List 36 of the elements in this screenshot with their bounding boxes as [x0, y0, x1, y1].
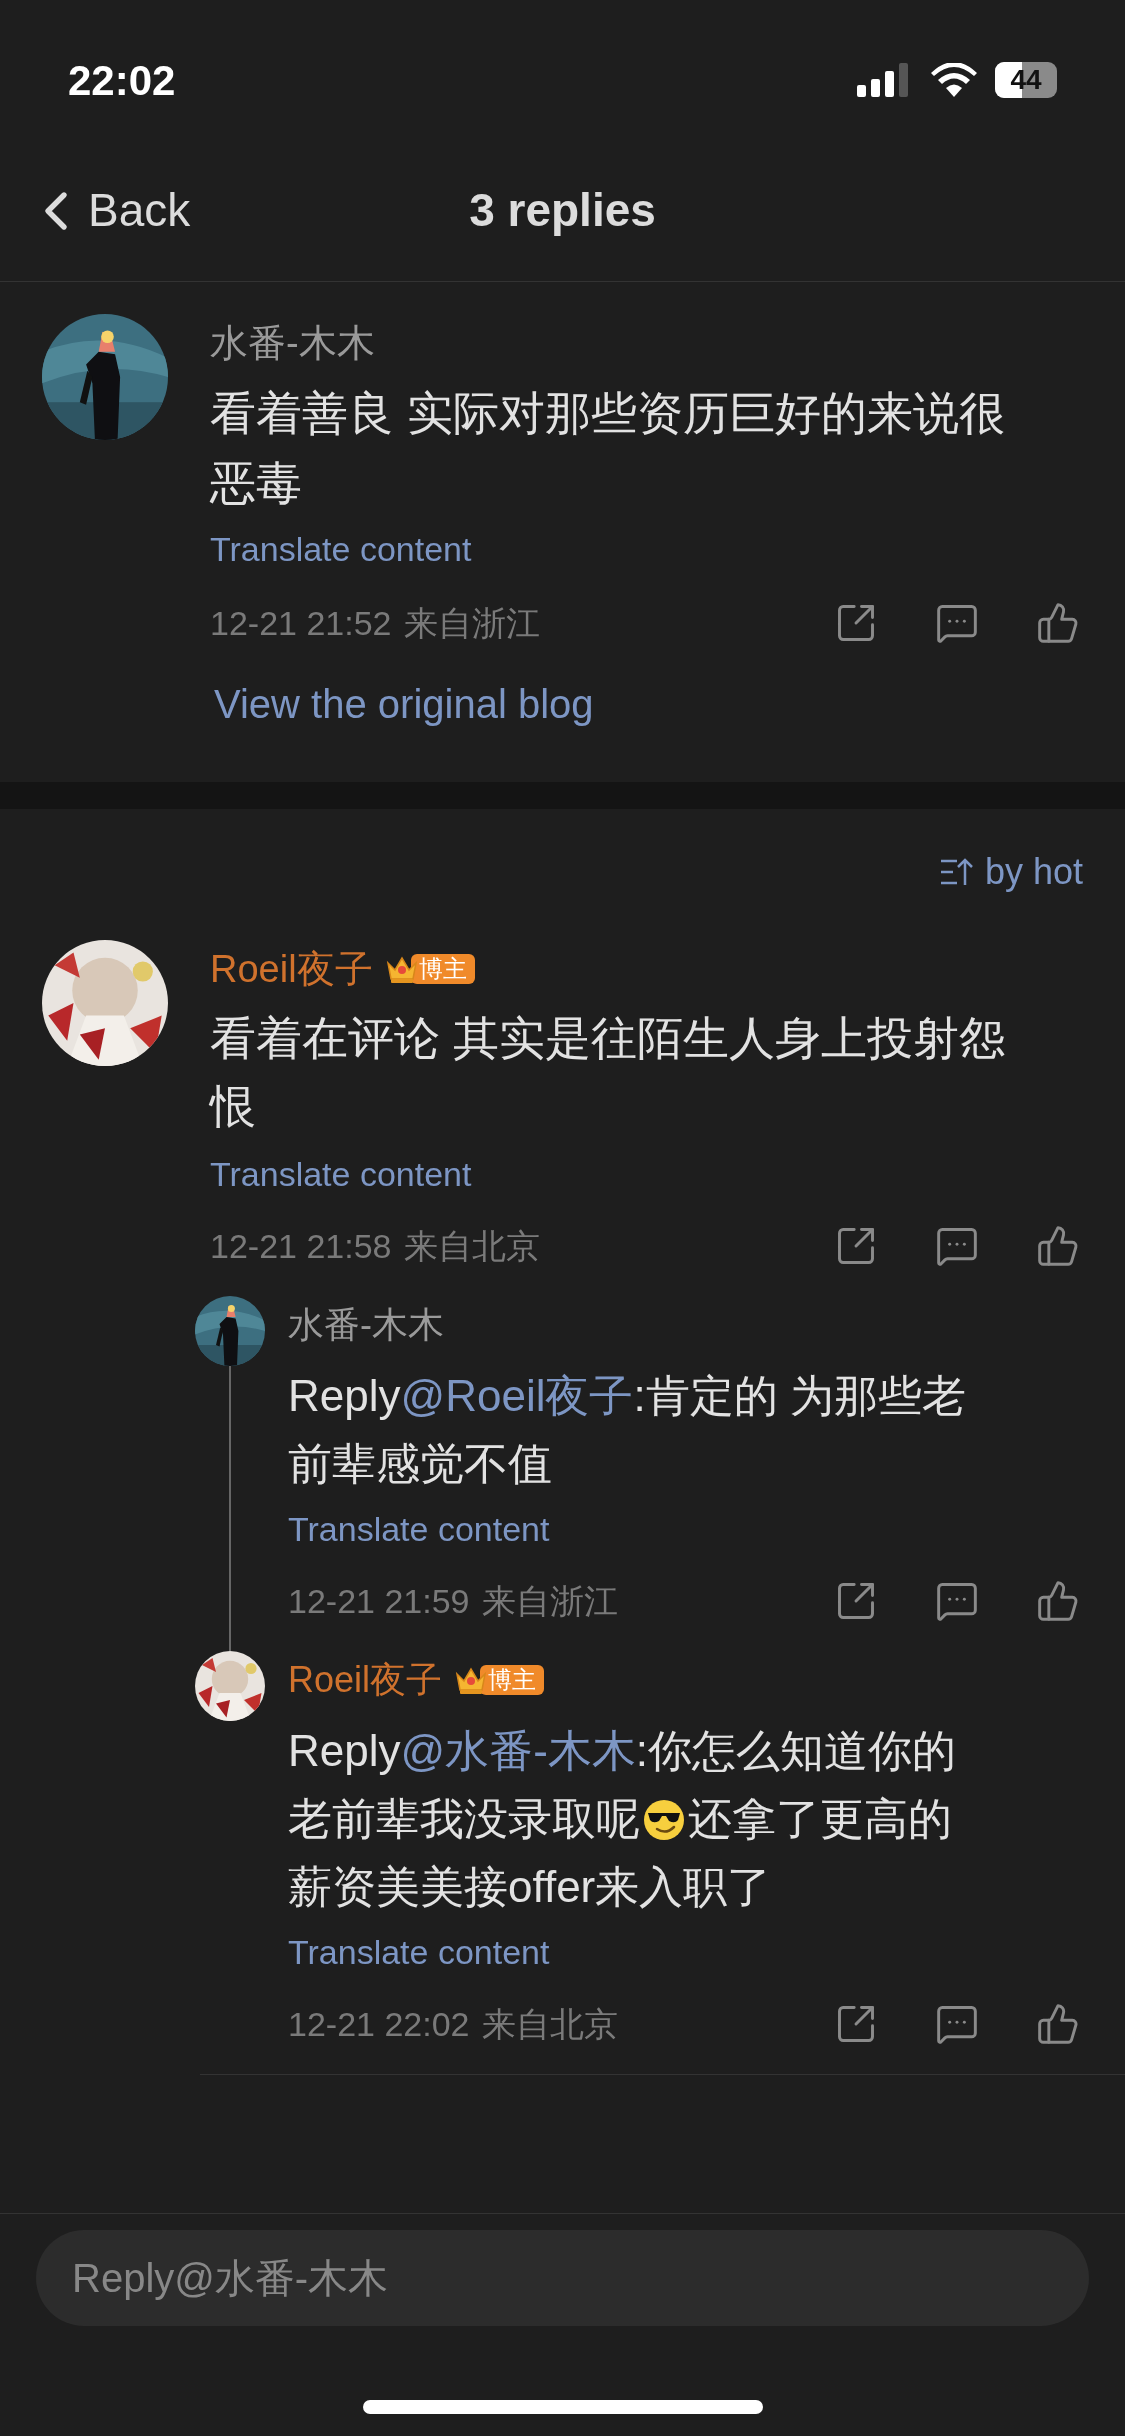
- timestamp: 12-21 22:02: [288, 2003, 470, 2045]
- sort-icon: [938, 857, 973, 887]
- like-icon[interactable]: [1036, 1579, 1080, 1623]
- status-time: 22:02: [68, 55, 176, 106]
- translate-link[interactable]: Translate content: [288, 1504, 550, 1554]
- timestamp: 12-21 21:59: [288, 1580, 470, 1622]
- author-name[interactable]: 水番-木木: [210, 314, 375, 372]
- page-title: 3 replies: [469, 183, 656, 238]
- mention-link[interactable]: @水番-木木: [400, 1726, 636, 1775]
- author-name[interactable]: Roeil夜子: [288, 1653, 443, 1707]
- translate-link[interactable]: Translate content: [210, 1149, 472, 1199]
- wifi-icon: [931, 63, 977, 97]
- cool-emoji-icon: [642, 1798, 686, 1842]
- timestamp: 12-21 21:52: [210, 602, 392, 644]
- like-icon[interactable]: [1036, 2002, 1080, 2046]
- location: 来自浙江: [403, 602, 540, 644]
- signal-icon: [857, 63, 909, 97]
- comment-text: 看着善良 实际对那些资历巨好的来说很恶毒: [210, 386, 1006, 511]
- like-icon[interactable]: [1036, 601, 1080, 645]
- comment-text: 看着在评论 其实是往陌生人身上投射怨恨: [210, 1011, 1006, 1134]
- location: 来自北京: [481, 2003, 618, 2045]
- back-button[interactable]: Back: [30, 176, 191, 245]
- comment-text: Reply@水番-木木:你怎么知道你的老前辈我没录取呢 还拿了更高的薪资美美接offer来入职了: [288, 1725, 958, 1913]
- timestamp: 12-21 21:58: [210, 1225, 392, 1267]
- location: 来自浙江: [481, 1580, 618, 1622]
- location: 来自北京: [403, 1225, 540, 1267]
- mention-link[interactable]: @Roeil夜子: [400, 1371, 634, 1420]
- comment-text: Reply@Roeil夜子:肯定的 为那些老前辈感觉不值: [288, 1370, 967, 1490]
- author-name[interactable]: 水番-木木: [288, 1298, 444, 1352]
- like-icon[interactable]: [1036, 1224, 1080, 1268]
- view-original-link[interactable]: View the original blog: [214, 676, 594, 732]
- translate-link[interactable]: Translate content: [288, 1927, 550, 1977]
- author-name[interactable]: Roeil夜子: [210, 940, 373, 998]
- translate-link[interactable]: Translate content: [210, 524, 472, 574]
- reply-input[interactable]: Reply@水番-木木: [36, 2230, 1089, 2326]
- sort-button[interactable]: by hot: [938, 847, 1083, 897]
